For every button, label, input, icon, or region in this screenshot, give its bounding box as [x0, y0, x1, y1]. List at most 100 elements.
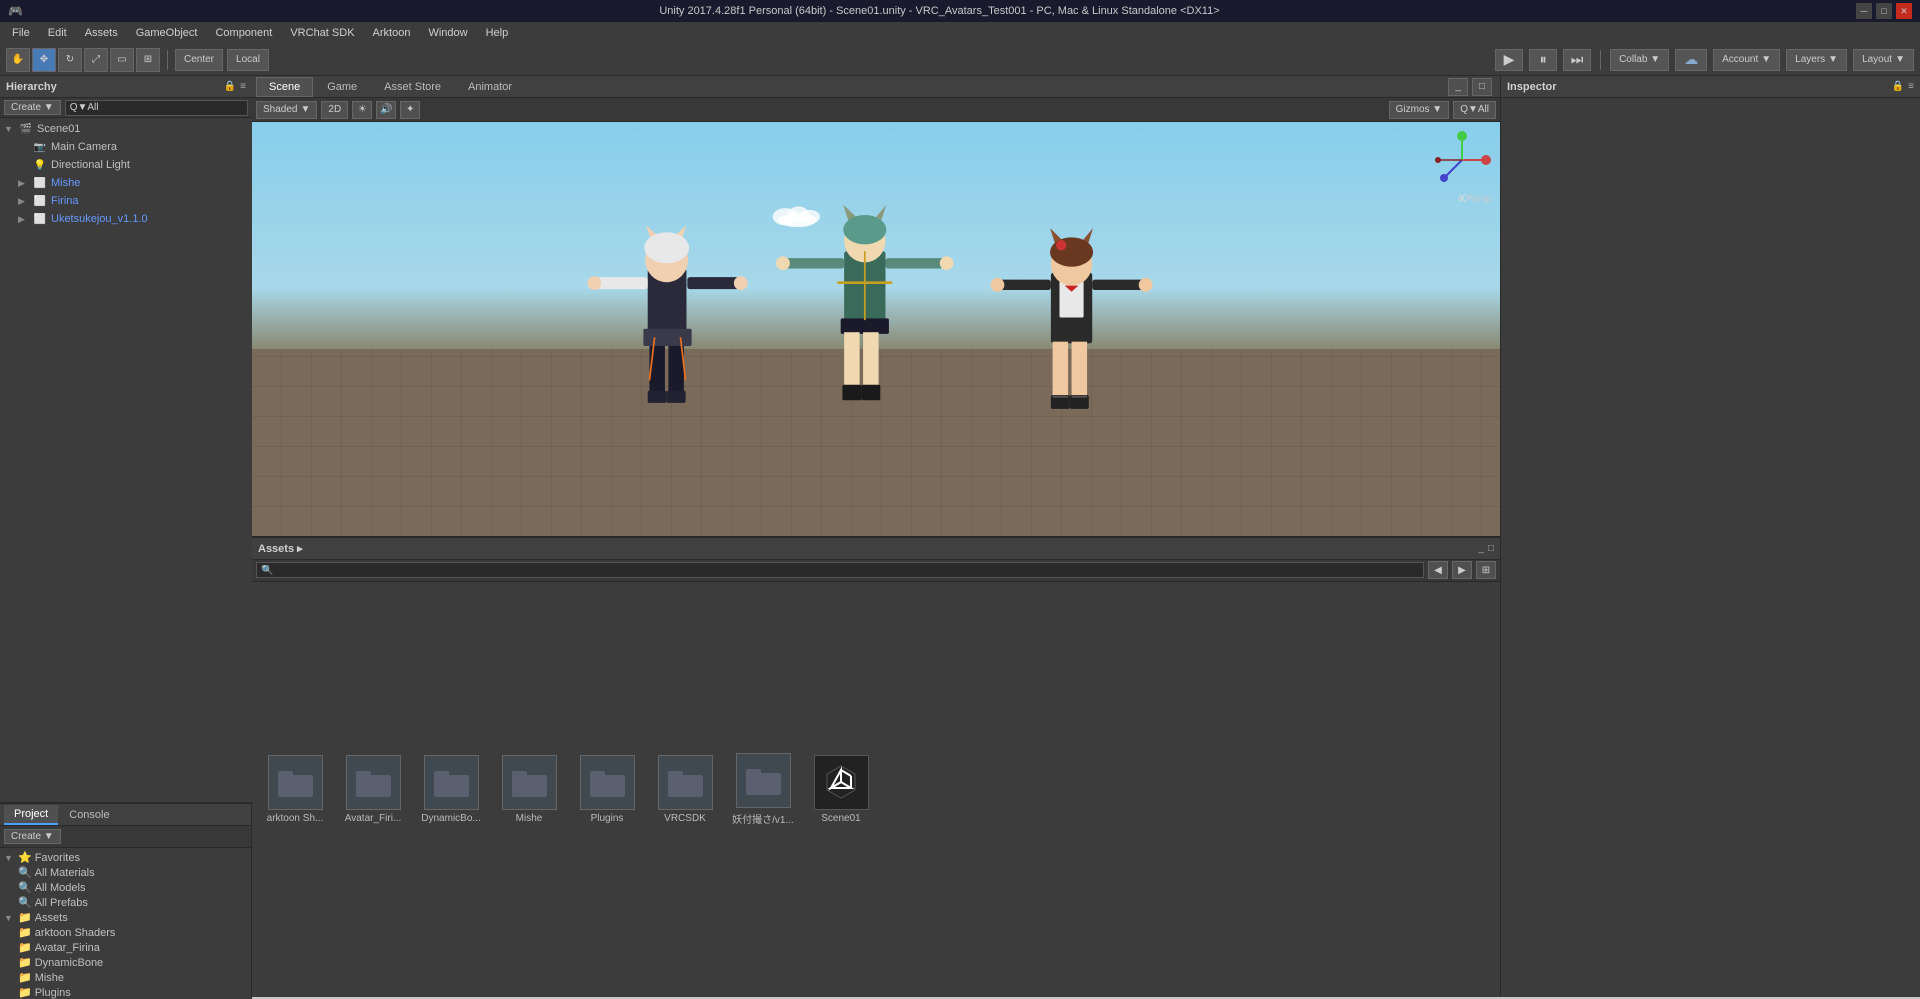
move-tool[interactable]: ✥: [32, 48, 56, 72]
asset-avatar-firina[interactable]: Avatar_Firi...: [338, 751, 408, 828]
inspector-lock-icon[interactable]: 🔒: [1892, 81, 1904, 92]
asset-scene01[interactable]: Scene01: [806, 751, 876, 828]
effects-btn[interactable]: ✦: [400, 101, 420, 119]
dynbone-folder-icon: 📁: [18, 956, 32, 969]
assets-back-btn[interactable]: ◀: [1428, 561, 1448, 579]
menu-file[interactable]: File: [4, 25, 38, 41]
tab-game[interactable]: Game: [314, 77, 370, 97]
all-models-label: All Models: [35, 882, 86, 894]
menu-help[interactable]: Help: [478, 25, 517, 41]
account-button[interactable]: Account ▼: [1713, 49, 1780, 71]
all-dropdown[interactable]: Q▼All: [1453, 101, 1496, 119]
hierarchy-mishe[interactable]: ▶ ⬜ Mishe: [0, 174, 252, 192]
minimize-button[interactable]: ─: [1856, 3, 1872, 19]
uketsukejou-icon: ⬜: [32, 211, 48, 227]
menu-arktoon[interactable]: Arktoon: [365, 25, 419, 41]
asset-mishe[interactable]: Mishe: [494, 751, 564, 828]
firina-label: Firina: [51, 195, 79, 207]
assets-forward-btn[interactable]: ▶: [1452, 561, 1472, 579]
hierarchy-scene-root[interactable]: ▼ 🎬 Scene01: [0, 120, 252, 138]
tab-console[interactable]: Console: [59, 805, 119, 825]
firina-icon: ⬜: [32, 193, 48, 209]
assets-minimize-btn[interactable]: _: [1478, 543, 1484, 554]
arktoon-label: arktoon Shaders: [35, 927, 116, 939]
tab-scene[interactable]: Scene: [256, 77, 313, 97]
avatar-firina-item[interactable]: 📁 Avatar_Firina: [0, 940, 251, 955]
dynamicbone-item[interactable]: 📁 DynamicBone: [0, 955, 251, 970]
maximize-button[interactable]: □: [1876, 3, 1892, 19]
mishe-label: Mishe: [51, 177, 80, 189]
assets-search-input[interactable]: [256, 562, 1424, 578]
asset-plugins[interactable]: Plugins: [572, 751, 642, 828]
menu-gameobject[interactable]: GameObject: [128, 25, 206, 41]
mishe-item[interactable]: 📁 Mishe: [0, 970, 251, 985]
scale-tool[interactable]: ⤢: [84, 48, 108, 72]
plugins-folder-asset-icon: [580, 755, 635, 810]
collab-label: Collab ▼: [1619, 54, 1660, 65]
hierarchy-firina[interactable]: ▶ ⬜ Firina: [0, 192, 252, 210]
gizmos-dropdown[interactable]: Gizmos ▼: [1389, 101, 1450, 119]
rect-tool[interactable]: ▭: [110, 48, 134, 72]
shading-mode-dropdown[interactable]: Shaded ▼: [256, 101, 317, 119]
menu-vrchat-sdk[interactable]: VRChat SDK: [282, 25, 362, 41]
hierarchy-search-input[interactable]: [65, 100, 248, 116]
audio-btn[interactable]: 🔊: [376, 101, 396, 119]
shading-arrow: ▼: [300, 104, 310, 115]
menu-component[interactable]: Component: [207, 25, 280, 41]
tab-asset-store[interactable]: Asset Store: [371, 77, 454, 97]
tab-animator[interactable]: Animator: [455, 77, 525, 97]
scene-label: Scene01: [37, 123, 80, 135]
hierarchy-create-button[interactable]: Create ▼: [4, 100, 61, 115]
menu-assets[interactable]: Assets: [77, 25, 126, 41]
lighting-btn[interactable]: ☀: [352, 101, 372, 119]
hierarchy-lock-icon[interactable]: 🔒: [224, 81, 236, 92]
local-button[interactable]: Local: [227, 49, 269, 71]
project-toolbar: Create ▼: [0, 826, 251, 848]
collab-button[interactable]: Collab ▼: [1610, 49, 1669, 71]
asset-yokai[interactable]: 妖付撮さ/v1...: [728, 749, 798, 830]
menu-bar: File Edit Assets GameObject Component VR…: [0, 22, 1920, 44]
transform-tool[interactable]: ⊞: [136, 48, 160, 72]
hand-tool[interactable]: ✋: [6, 48, 30, 72]
viewport-maximize-btn[interactable]: □: [1472, 78, 1492, 96]
viewport-minimize-btn[interactable]: _: [1448, 78, 1468, 96]
play-button[interactable]: ▶: [1495, 49, 1523, 71]
arktoon-asset-label: arktoon Sh...: [267, 813, 324, 824]
all-prefabs[interactable]: 🔍 All Prefabs: [0, 895, 251, 910]
step-button[interactable]: ⏭: [1563, 49, 1591, 71]
assets-grid-btn[interactable]: ⊞: [1476, 561, 1496, 579]
arktoon-shaders-item[interactable]: 📁 arktoon Shaders: [0, 925, 251, 940]
menu-edit[interactable]: Edit: [40, 25, 75, 41]
menu-window[interactable]: Window: [420, 25, 475, 41]
all-models[interactable]: 🔍 All Models: [0, 880, 251, 895]
hierarchy-menu-icon[interactable]: ≡: [240, 81, 246, 92]
scene01-asset-icon: [814, 755, 869, 810]
hierarchy-uketsukejou[interactable]: ▶ ⬜ Uketsukejou_v1.1.0: [0, 210, 252, 228]
pause-button[interactable]: ⏸: [1529, 49, 1557, 71]
layers-button[interactable]: Layers ▼: [1786, 49, 1847, 71]
close-button[interactable]: ✕: [1896, 3, 1912, 19]
rotate-tool[interactable]: ↻: [58, 48, 82, 72]
layout-button[interactable]: Layout ▼: [1853, 49, 1914, 71]
hierarchy-directional-light[interactable]: 💡 Directional Light: [0, 156, 252, 174]
assets-maximize-btn[interactable]: □: [1488, 543, 1494, 554]
center-button[interactable]: Center: [175, 49, 223, 71]
assets-root[interactable]: ▼ 📁 Assets: [0, 910, 251, 925]
hierarchy-controls: 🔒 ≡: [224, 81, 246, 92]
layout-label: Layout: [1862, 54, 1892, 65]
project-create-button[interactable]: Create ▼: [4, 829, 61, 844]
inspector-menu-icon[interactable]: ≡: [1908, 81, 1914, 92]
assets-toolbar: ◀ ▶ ⊞: [252, 560, 1500, 582]
inspector-title: Inspector: [1507, 81, 1557, 93]
2d-button[interactable]: 2D: [321, 101, 348, 119]
favorites-root[interactable]: ▼ ⭐ Favorites: [0, 850, 251, 865]
hierarchy-main-camera[interactable]: 📷 Main Camera: [0, 138, 252, 156]
cloud-button[interactable]: ☁: [1675, 49, 1707, 71]
asset-vrcsdk[interactable]: VRCSDK: [650, 751, 720, 828]
asset-arktoon-shaders[interactable]: arktoon Sh...: [260, 751, 330, 828]
tab-project[interactable]: Project: [4, 805, 58, 825]
all-materials[interactable]: 🔍 All Materials: [0, 865, 251, 880]
scene-viewport[interactable]: X < Persp: [252, 122, 1500, 536]
local-label: Local: [236, 54, 260, 65]
asset-dynamicbone[interactable]: DynamicBo...: [416, 751, 486, 828]
